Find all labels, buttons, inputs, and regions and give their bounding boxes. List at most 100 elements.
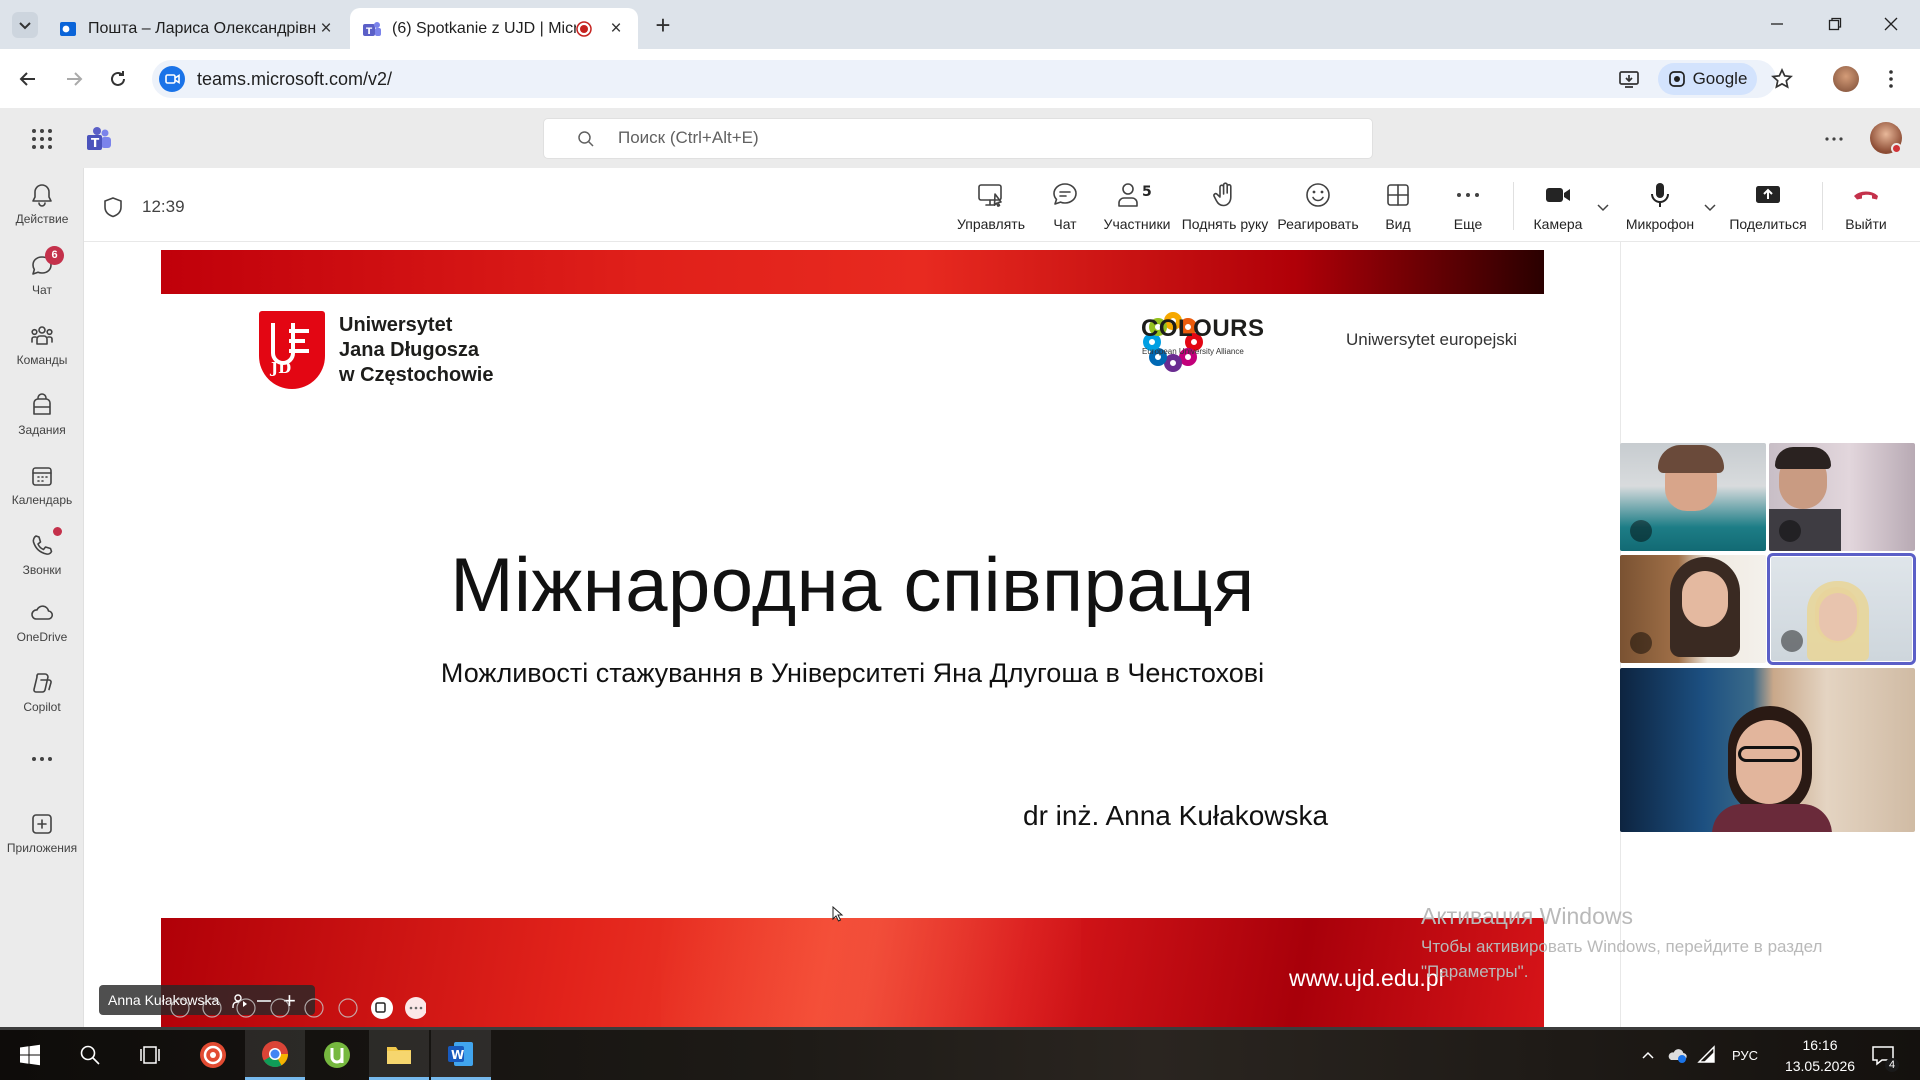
taskbar-app-explorer[interactable] [369, 1030, 429, 1080]
bookmark-star-icon[interactable] [1771, 68, 1793, 90]
leave-button[interactable]: Выйти [1843, 180, 1889, 232]
start-button[interactable] [0, 1030, 60, 1080]
more-apps-icon[interactable] [31, 754, 53, 764]
ujd-emblem-icon: JD [269, 323, 309, 377]
participants-button[interactable]: 5 Участники [1102, 180, 1172, 232]
share-button[interactable]: Поделиться [1729, 180, 1807, 232]
svg-text:W: W [451, 1048, 464, 1062]
video-tile[interactable] [1620, 555, 1766, 663]
rail-item-calendar[interactable]: Календарь [0, 463, 84, 507]
mic-muted-icon [1779, 520, 1801, 542]
notification-count: 4 [1885, 1058, 1899, 1072]
assignments-icon [33, 393, 51, 415]
manage-button[interactable]: Управлять [955, 180, 1027, 232]
participant-count: 5 [1142, 184, 1152, 200]
participant-face [1819, 593, 1857, 641]
taskbar-app-word[interactable]: W [431, 1030, 491, 1080]
microphone-button[interactable]: Микрофон [1624, 180, 1696, 232]
task-view-button[interactable] [120, 1030, 180, 1080]
video-tile[interactable] [1769, 443, 1915, 551]
more-options-icon[interactable] [1823, 129, 1845, 149]
video-tile[interactable] [1620, 443, 1766, 551]
site-info-icon[interactable] [159, 66, 185, 92]
search-icon [80, 1045, 100, 1065]
rail-item-activity[interactable]: Действие [0, 182, 84, 226]
participant-glasses [1738, 746, 1800, 762]
onedrive-tray-icon[interactable] [1666, 1044, 1688, 1066]
rail-label: Приложения [6, 841, 78, 855]
microphone-options-chevron-icon[interactable] [1703, 200, 1717, 214]
rail-label: Календарь [11, 493, 73, 507]
back-arrow-icon[interactable] [17, 68, 39, 90]
camera-options-chevron-icon[interactable] [1596, 200, 1610, 214]
rail-item-assignments[interactable]: Задания [0, 393, 84, 437]
calls-dot-badge [53, 527, 62, 536]
video-tile[interactable] [1620, 668, 1915, 832]
microphone-icon [1651, 183, 1669, 207]
participant-face [1736, 720, 1802, 804]
svg-text:T: T [366, 27, 373, 37]
react-button[interactable]: Реагировать [1277, 180, 1359, 232]
video-tile-active-speaker[interactable] [1767, 553, 1916, 665]
tab-mail[interactable]: Пошта – Лариса Олександрівн × [46, 8, 348, 49]
band-highlight [661, 918, 1081, 1027]
slide-author: dr inż. Anna Kułakowska [1023, 800, 1329, 831]
camera-button[interactable]: Камера [1532, 180, 1584, 232]
clock-time[interactable]: 16:16 [1775, 1037, 1865, 1053]
taskbar-app-browser[interactable] [183, 1030, 243, 1080]
browser-menu-icon[interactable] [1880, 68, 1902, 90]
rail-item-onedrive[interactable]: OneDrive [0, 600, 84, 644]
show-hidden-icons-chevron-icon[interactable] [1640, 1047, 1656, 1063]
rail-label: Copilot [23, 700, 61, 714]
university-name: Uniwersytet Jana Długosza w Częstochowie [339, 314, 494, 386]
google-lens-button[interactable]: Google [1658, 63, 1757, 95]
app-launcher-icon[interactable] [31, 128, 53, 150]
new-tab-icon[interactable]: + [648, 11, 678, 41]
address-bar[interactable] [152, 60, 1776, 98]
app-rail: Действие Чат 6 Команды Задания Календарь… [0, 168, 84, 1030]
rail-item-chat[interactable]: Чат [0, 253, 84, 297]
tab-search-button[interactable] [12, 12, 38, 38]
people-icon: 5 [1118, 183, 1152, 207]
chat-button[interactable]: Чат [1045, 180, 1085, 232]
forward-arrow-icon[interactable] [63, 68, 85, 90]
lens-icon [1668, 71, 1685, 87]
tab-teams-meeting[interactable]: T (6) Spotkanie z UJD | Micros × [350, 8, 638, 49]
manage-icon [978, 184, 1002, 207]
slide-top-band [161, 250, 1544, 294]
browser-profile-avatar[interactable] [1833, 66, 1859, 92]
taskbar-search[interactable] [60, 1030, 120, 1080]
yandex-browser-icon [200, 1042, 226, 1068]
reload-icon[interactable] [107, 68, 129, 90]
shared-slide: JD Uniwersytet Jana Długosza w Częstocho… [161, 250, 1544, 1027]
participant-hair [1658, 445, 1724, 473]
copilot-icon [33, 673, 52, 693]
minimize-icon[interactable] [1748, 0, 1806, 48]
install-app-icon[interactable] [1618, 68, 1640, 90]
close-window-icon[interactable] [1862, 0, 1920, 48]
raise-hand-button[interactable]: Поднять руку [1180, 180, 1270, 232]
taskbar-app-chrome[interactable] [245, 1030, 305, 1080]
shield-icon[interactable] [102, 196, 124, 218]
rail-item-copilot[interactable]: Copilot [0, 670, 84, 714]
ujd-logo: JD [259, 311, 325, 389]
participant-face [1682, 571, 1728, 627]
view-button[interactable]: Вид [1380, 180, 1416, 232]
more-button[interactable]: Еще [1449, 180, 1487, 232]
toolbar-divider [1822, 182, 1823, 230]
input-language[interactable]: РУС [1732, 1048, 1758, 1063]
rail-item-apps[interactable]: Приложения [0, 811, 84, 855]
taskbar-app-utorrent[interactable] [307, 1030, 367, 1080]
close-icon[interactable]: × [316, 18, 336, 39]
wifi-icon[interactable] [1696, 1044, 1718, 1066]
rail-item-calls[interactable]: Звонки [0, 533, 84, 577]
chat-icon [1053, 183, 1077, 205]
more-horizontal-icon [1457, 193, 1479, 197]
rail-label: Чат [32, 283, 52, 297]
close-icon[interactable]: × [606, 18, 626, 39]
teams-logo-icon: T [87, 127, 111, 150]
folder-icon [387, 1046, 411, 1064]
restore-icon[interactable] [1806, 0, 1864, 48]
clock-date[interactable]: 13.05.2026 [1775, 1058, 1865, 1074]
rail-item-teams[interactable]: Команды [0, 323, 84, 367]
